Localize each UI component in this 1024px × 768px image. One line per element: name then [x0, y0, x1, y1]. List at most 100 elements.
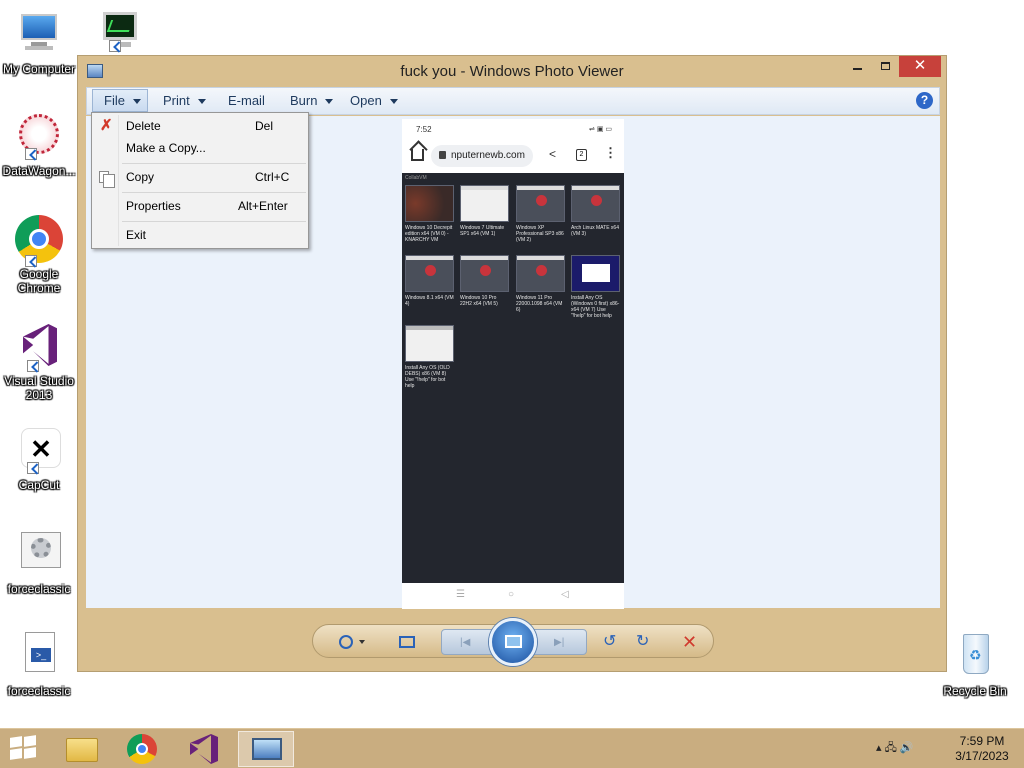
computer-icon — [15, 10, 63, 58]
vm-caption: Windows 10 Decrepit edition x64 (VM 0) -… — [405, 225, 453, 243]
start-button[interactable] — [10, 735, 38, 761]
tab-count-icon: 2 — [576, 149, 587, 161]
close-icon: ✕ — [913, 57, 927, 74]
vm-tile: Windows 7 Ultimate SP1 x64 (VM 1) — [460, 185, 509, 249]
vm-logo-icon — [536, 265, 547, 276]
vm-thumbnail — [405, 255, 454, 292]
title-bar[interactable]: fuck you - Windows Photo Viewer ✕ — [78, 56, 946, 86]
desktop-icon-forceclassic-app[interactable]: forceclassic — [1, 530, 77, 596]
chevron-down-icon — [359, 639, 366, 644]
desktop-icon-forceclassic-script[interactable]: >_ forceclassic — [1, 632, 77, 698]
file-menu-copy[interactable]: Copy Ctrl+C — [94, 166, 306, 188]
zoom-button[interactable] — [339, 631, 366, 653]
rotate-right-icon: ↻ — [636, 633, 650, 650]
chevron-down-icon — [197, 99, 206, 105]
home-circle-icon: ○ — [508, 589, 515, 600]
menu-open[interactable]: Open — [350, 88, 398, 114]
file-menu-make-copy[interactable]: Make a Copy... — [94, 137, 306, 159]
menu-print[interactable]: Print — [163, 88, 206, 114]
delete-x-icon: ✕ — [682, 632, 698, 652]
delete-x-icon: ✗ — [100, 117, 113, 134]
vm-logo-icon — [480, 265, 491, 276]
powershell-file-icon: >_ — [15, 632, 63, 680]
vm-caption: Install Any OS (OLD DEBS) x86 (VM 8) Use… — [405, 365, 450, 389]
vm-caption: Windows 7 Ultimate SP1 x64 (VM 1) — [460, 225, 505, 237]
taskbar-file-explorer[interactable] — [54, 731, 110, 767]
menu-file[interactable]: File — [92, 89, 148, 112]
phone-status-icons: ⇌ ▣ ▭ — [589, 126, 612, 133]
vm-thumbnail — [460, 185, 509, 222]
desktop-icon-label: DataWagon... — [2, 164, 76, 178]
chrome-icon — [15, 215, 63, 267]
menu-file-label: File — [104, 93, 125, 108]
lock-icon — [439, 151, 446, 159]
phone-status-bar: 7:52 ⇌ ▣ ▭ — [402, 119, 624, 141]
help-icon[interactable]: ? — [916, 92, 933, 109]
taskbar-clock[interactable]: 7:59 PM 3/17/2023 — [950, 734, 1014, 764]
close-button[interactable]: ✕ — [899, 56, 941, 77]
desktop-icon-capcut[interactable]: ✕ CapCut — [1, 426, 77, 492]
vm-tile: Windows 10 Pro 22H2 x64 (VM 5) — [460, 255, 509, 319]
copy-icon — [99, 171, 115, 188]
desktop-icon-recycle-bin[interactable]: ♻ Recycle Bin — [937, 632, 1013, 698]
slideshow-button[interactable] — [489, 618, 537, 666]
maximize-icon — [880, 62, 890, 70]
vm-caption: Windows 8.1 x64 (VM 4) — [405, 295, 454, 307]
desktop-icon-visual-studio[interactable]: Visual Studio 2013 — [1, 322, 77, 402]
desktop-icon-label: My Computer — [2, 62, 76, 76]
file-menu-delete[interactable]: ✗ Delete Del — [94, 115, 306, 137]
taskbar-photo-viewer[interactable] — [238, 731, 294, 767]
vm-thumbnail — [571, 255, 620, 292]
phone-url-field: nputernewb.com — [431, 145, 533, 167]
vm-tile: Windows 8.1 x64 (VM 4) — [405, 255, 454, 319]
previous-icon: |◀ — [460, 637, 471, 648]
windows-logo-icon — [10, 736, 22, 748]
system-tray-icons[interactable]: ▴ 🖧 🔊 — [876, 739, 914, 758]
vm-thumbnail — [405, 185, 454, 222]
vm-logo-icon — [591, 195, 602, 206]
rotate-counterclockwise-button[interactable]: ↺ — [603, 631, 616, 653]
visual-studio-icon — [190, 734, 218, 764]
shortcut-arrow-icon — [27, 462, 39, 474]
folder-icon — [66, 738, 98, 762]
next-icon: ▶| — [554, 637, 565, 648]
actual-size-button[interactable] — [399, 631, 415, 653]
taskbar-visual-studio[interactable] — [176, 731, 232, 767]
vm-logo-icon — [425, 265, 436, 276]
displayed-photo: 7:52 ⇌ ▣ ▭ nputernewb.com < 2 ⋮ CollabVM… — [402, 119, 624, 609]
minimize-button[interactable] — [843, 58, 871, 79]
vm-thumbnail — [516, 185, 565, 222]
menu-separator — [122, 192, 306, 193]
delete-button[interactable]: ✕ — [682, 631, 697, 653]
menu-item-label: Make a Copy... — [126, 141, 206, 155]
vm-tile: Windows 10 Decrepit edition x64 (VM 0) -… — [405, 185, 454, 249]
clock-time: 7:59 PM — [959, 734, 1005, 748]
vm-caption: Install Any OS (Windows 0 first) x86-x64… — [571, 295, 620, 319]
minimize-icon — [852, 68, 862, 70]
chevron-down-icon — [325, 99, 334, 105]
file-menu-exit[interactable]: Exit — [94, 224, 306, 246]
maximize-button[interactable] — [871, 58, 899, 79]
rotate-left-icon: ↺ — [603, 633, 617, 650]
desktop-icon-my-computer[interactable]: My Computer — [1, 10, 77, 76]
file-menu-properties[interactable]: Properties Alt+Enter — [94, 195, 306, 217]
desktop-icon-google-chrome[interactable]: Google Chrome — [1, 215, 77, 295]
command-bar: File Print E-mail Burn Open ? — [86, 87, 940, 115]
desktop-icon-label: forceclassic — [7, 684, 71, 698]
vm-tile: Windows XP Professional SP3 x86 (VM 2) — [516, 185, 565, 249]
gear-window-icon — [15, 530, 63, 578]
monitor-graph-icon — [93, 10, 141, 58]
taskbar-google-chrome[interactable] — [114, 731, 170, 767]
desktop-icon-datawagon[interactable]: DataWagon... — [1, 112, 77, 178]
menu-burn[interactable]: Burn — [290, 88, 334, 114]
capcut-icon: ✕ — [15, 426, 63, 474]
vm-tile: Install Any OS (Windows 0 first) x86-x64… — [571, 255, 620, 319]
vm-tile: Windows 11 Pro 22000.1098 x64 (VM 6) — [516, 255, 565, 319]
clock-date: 3/17/2023 — [955, 749, 1009, 763]
desktop-icon-label: forceclassic — [7, 582, 71, 596]
menu-email[interactable]: E-mail — [228, 88, 265, 114]
rotate-clockwise-button[interactable]: ↻ — [636, 631, 649, 653]
vm-tile: Install Any OS (OLD DEBS) x86 (VM 8) Use… — [405, 325, 454, 389]
vm-thumbnail — [460, 255, 509, 292]
share-icon: < — [549, 147, 557, 161]
